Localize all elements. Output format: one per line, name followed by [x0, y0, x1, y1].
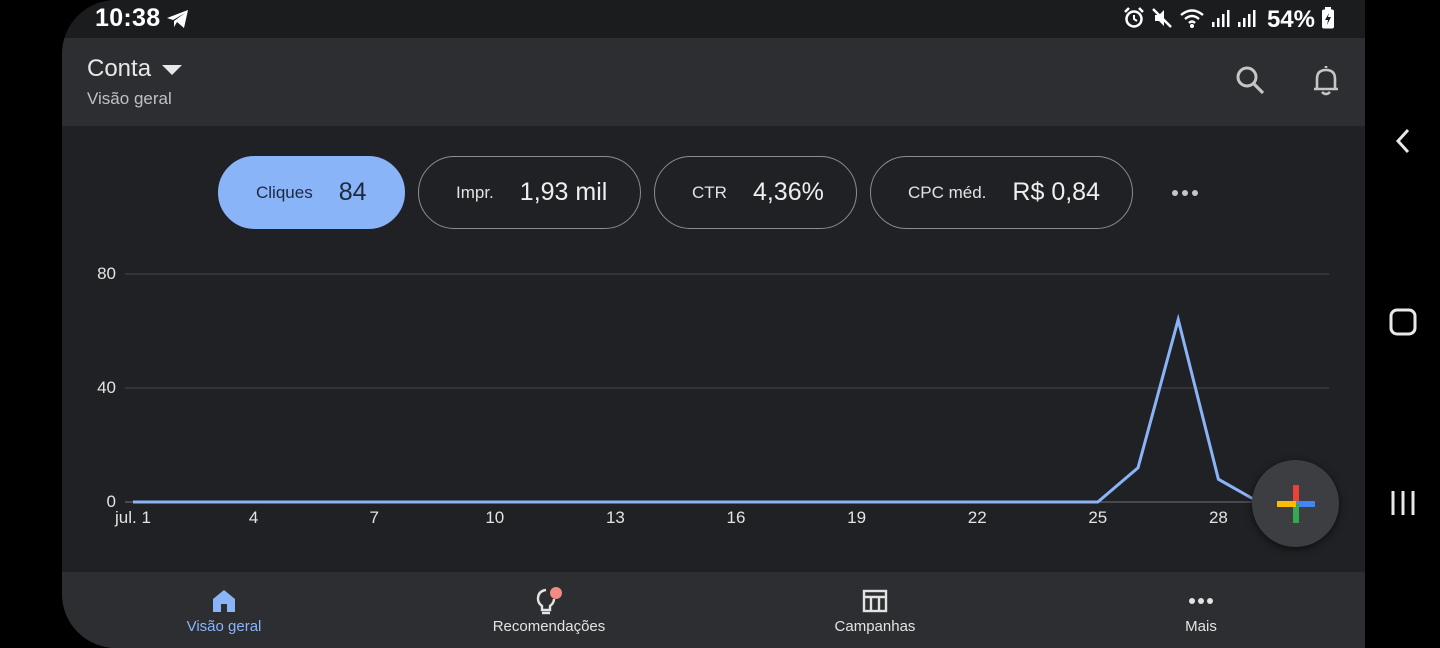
nav-label: Mais — [1185, 618, 1217, 635]
x-tick-label: jul. 1 — [114, 508, 151, 527]
more-horiz-icon — [1188, 586, 1214, 616]
metric-value: 1,93 mil — [519, 178, 608, 206]
metric-label: Cliques — [256, 182, 313, 202]
home-square-icon — [1389, 308, 1417, 341]
x-tick-label: 28 — [1209, 508, 1228, 527]
table-icon — [862, 586, 888, 616]
alarm-icon — [1123, 6, 1145, 34]
add-fab-button[interactable] — [1252, 460, 1339, 547]
metric-chip-avg-cpc[interactable]: CPC méd. R$ 0,84 — [870, 156, 1133, 229]
bell-icon — [1312, 64, 1340, 101]
more-metrics-button[interactable] — [1165, 178, 1205, 208]
status-icons: 54% — [1123, 6, 1335, 34]
nav-item-recommendations[interactable]: Recomendações — [424, 572, 674, 648]
home-icon — [211, 586, 237, 616]
search-button[interactable] — [1230, 62, 1270, 102]
signal-icon — [1211, 8, 1231, 33]
app-bar: Conta Visão geral — [62, 38, 1365, 126]
status-bar: 10:38 54% — [62, 0, 1365, 38]
nav-item-campaigns[interactable]: Campanhas — [750, 572, 1000, 648]
x-tick-label: 7 — [369, 508, 378, 527]
bottom-navigation: Visão geral Recomendações Campanhas Mais — [62, 572, 1365, 648]
y-tick-label: 40 — [97, 378, 116, 397]
metric-label: Impr. — [456, 182, 494, 202]
x-tick-label: 19 — [847, 508, 866, 527]
back-chevron-icon — [1393, 127, 1413, 160]
lightbulb-icon — [534, 586, 564, 616]
chart-svg: 04080jul. 1 4 7 10 13 16 19 22 25 28 — [97, 264, 1329, 527]
telegram-icon — [166, 9, 190, 34]
system-home-button[interactable] — [1380, 301, 1426, 347]
mute-icon — [1151, 7, 1173, 34]
metric-chip-ctr[interactable]: CTR 4,36% — [654, 156, 857, 229]
search-icon — [1235, 65, 1265, 100]
dropdown-arrow-icon — [161, 55, 183, 83]
nav-label: Recomendações — [492, 618, 606, 635]
series-line-clicks — [133, 313, 1260, 504]
metric-value: R$ 0,84 — [1012, 178, 1100, 206]
google-plus-icon — [1276, 484, 1316, 529]
x-tick-label: 10 — [485, 508, 504, 527]
recents-icon — [1390, 489, 1416, 522]
system-recents-button[interactable] — [1380, 482, 1426, 528]
battery-icon — [1321, 6, 1335, 34]
x-tick-label: 25 — [1088, 508, 1107, 527]
page-subtitle: Visão geral — [87, 89, 172, 108]
nav-label: Visão geral — [186, 618, 262, 635]
account-title: Conta — [87, 55, 152, 82]
nav-item-overview[interactable]: Visão geral — [99, 572, 349, 648]
clicks-chart: 0 40 80 jul. 1 4 7 10 13 16 19 22 25 28 — [62, 255, 1365, 545]
nav-item-more[interactable]: Mais — [1076, 572, 1326, 648]
metric-label: CPC méd. — [908, 182, 987, 202]
account-selector[interactable]: Conta — [87, 55, 183, 83]
x-tick-label: 4 — [249, 508, 258, 527]
nav-label: Campanhas — [834, 618, 916, 635]
app-screen: 10:38 54% Conta Visão geral Cliques 84 I… — [62, 0, 1365, 648]
metric-chip-impressions[interactable]: Impr. 1,93 mil — [418, 156, 641, 229]
signal-icon-2 — [1237, 8, 1257, 33]
status-time: 10:38 — [95, 4, 161, 32]
more-horiz-icon — [1171, 184, 1199, 202]
system-back-button[interactable] — [1380, 120, 1426, 166]
metric-chips: Cliques 84 Impr. 1,93 mil CTR 4,36% CPC … — [62, 156, 1365, 232]
metric-label: CTR — [692, 182, 727, 202]
metric-value: 84 — [338, 178, 367, 206]
notification-badge — [550, 587, 562, 599]
notifications-button[interactable] — [1306, 62, 1346, 102]
metric-value: 4,36% — [752, 178, 824, 206]
x-tick-label: 22 — [968, 508, 987, 527]
metric-chip-clicks[interactable]: Cliques 84 — [218, 156, 405, 229]
wifi-icon — [1179, 7, 1205, 34]
x-tick-label: 13 — [606, 508, 625, 527]
x-tick-label: 16 — [727, 508, 746, 527]
y-tick-label: 80 — [97, 264, 116, 283]
battery-percent: 54% — [1266, 6, 1315, 33]
